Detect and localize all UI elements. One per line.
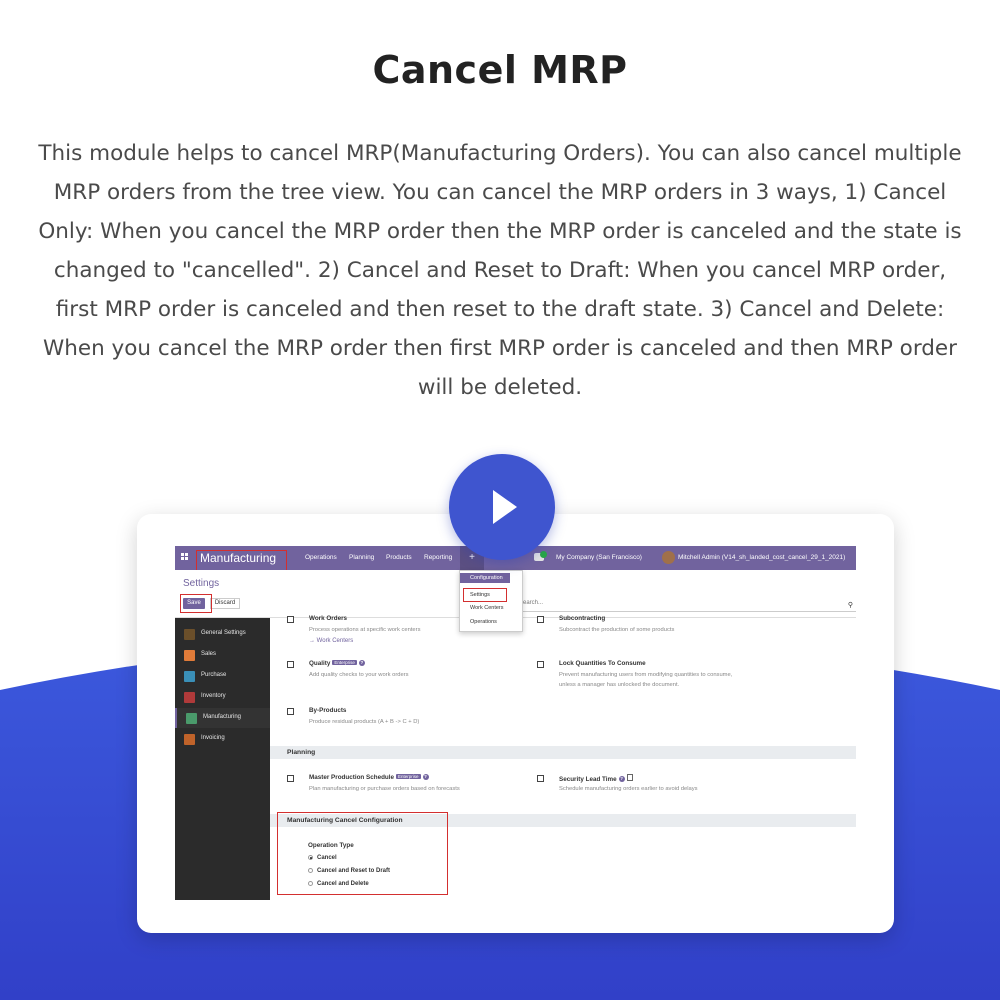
- help-icon[interactable]: ?: [618, 776, 625, 782]
- sidebar-item-inventory[interactable]: Inventory: [175, 687, 270, 707]
- sidebar-item-label: General Settings: [201, 630, 246, 636]
- odoo-screenshot: Manufacturing Operations Planning Produc…: [175, 546, 856, 900]
- menu-reporting[interactable]: Reporting: [424, 554, 452, 561]
- checkbox-mps[interactable]: [287, 775, 294, 782]
- highlight-settings: [463, 588, 507, 602]
- setting-desc: Process operations at specific work cent…: [309, 627, 421, 633]
- menu-planning[interactable]: Planning: [349, 554, 374, 561]
- highlight-save: [180, 594, 212, 613]
- setting-desc: Plan manufacturing or purchase orders ba…: [309, 786, 460, 792]
- dropdown-header-configuration[interactable]: Configuration: [460, 573, 510, 583]
- sidebar-item-label: Sales: [201, 651, 217, 657]
- settings-sidebar: General Settings Sales Purchase Inventor…: [175, 618, 270, 900]
- sidebar-item-invoicing[interactable]: Invoicing: [175, 729, 270, 749]
- avatar[interactable]: [662, 551, 675, 564]
- apps-menu-icon[interactable]: [181, 553, 189, 561]
- sidebar-item-label: Inventory: [201, 693, 226, 699]
- sales-icon: [184, 650, 195, 661]
- search-placeholder: earch...: [523, 600, 544, 606]
- sidebar-item-manufacturing[interactable]: Manufacturing: [175, 708, 270, 728]
- setting-title: By-Products: [309, 707, 347, 714]
- search-input[interactable]: earch... ⚲: [520, 600, 856, 612]
- link-label: Work Centers: [316, 638, 354, 644]
- setting-title: Security Lead Time?: [559, 774, 633, 783]
- menu-products[interactable]: Products: [386, 554, 412, 561]
- search-icon[interactable]: ⚲: [848, 601, 853, 609]
- page-title: Cancel MRP: [372, 48, 628, 92]
- setting-desc: Schedule manufacturing orders earlier to…: [559, 786, 698, 792]
- sidebar-item-label: Invoicing: [201, 735, 225, 741]
- dropdown-item-operations[interactable]: Operations: [470, 619, 497, 625]
- play-icon: [493, 490, 517, 524]
- setting-desc: unless a manager has unlocked the docume…: [559, 682, 680, 688]
- setting-title: Lock Quantities To Consume: [559, 660, 646, 667]
- highlight-cancel-config: [277, 812, 448, 895]
- section-title: Planning: [287, 749, 316, 756]
- checkbox-lock-quantities[interactable]: [537, 661, 544, 668]
- discard-button[interactable]: Discard: [210, 598, 240, 609]
- invoicing-icon: [184, 734, 195, 745]
- setting-title: Master Production Schedule Enterprise?: [309, 774, 429, 781]
- setting-desc: Produce residual products (A + B -> C + …: [309, 719, 420, 725]
- help-icon[interactable]: ?: [358, 660, 365, 666]
- checkbox-quality[interactable]: [287, 661, 294, 668]
- calendar-icon: [626, 774, 633, 781]
- setting-desc: Add quality checks to your work orders: [309, 672, 409, 678]
- sidebar-item-label: Manufacturing: [203, 714, 242, 720]
- company-switcher[interactable]: My Company (San Francisco): [556, 554, 642, 561]
- inventory-icon: [184, 692, 195, 703]
- help-icon[interactable]: ?: [422, 774, 429, 780]
- sidebar-item-general-settings[interactable]: General Settings: [175, 624, 270, 644]
- section-planning: Planning: [270, 746, 856, 759]
- setting-title: Work Orders: [309, 615, 348, 622]
- manufacturing-icon: [186, 713, 197, 724]
- purchase-icon: [184, 671, 195, 682]
- setting-title-text: Master Production Schedule: [309, 774, 395, 781]
- notification-badge: [540, 551, 547, 558]
- dropdown-item-work-centers[interactable]: Work Centers: [470, 605, 504, 611]
- module-description: This module helps to cancel MRP(Manufact…: [38, 141, 962, 400]
- user-menu[interactable]: Mitchell Admin (V14_sh_landed_cost_cance…: [678, 554, 845, 561]
- checkbox-subcontracting[interactable]: [537, 616, 544, 623]
- work-centers-link[interactable]: → Work Centers: [309, 638, 353, 644]
- enterprise-badge: Enterprise: [332, 660, 357, 665]
- setting-desc: Subcontract the production of some produ…: [559, 627, 675, 633]
- checkbox-security-lead-time[interactable]: [537, 775, 544, 782]
- enterprise-badge: Enterprise: [396, 774, 421, 779]
- breadcrumb: Settings: [183, 578, 220, 589]
- sidebar-item-sales[interactable]: Sales: [175, 645, 270, 665]
- setting-title: Subcontracting: [559, 615, 606, 622]
- checkbox-by-products[interactable]: [287, 708, 294, 715]
- sidebar-item-label: Purchase: [201, 672, 227, 678]
- setting-title-text: Quality: [309, 660, 331, 667]
- menu-operations[interactable]: Operations: [305, 554, 337, 561]
- play-video-button[interactable]: [449, 454, 555, 560]
- setting-desc: Prevent manufacturing users from modifyi…: [559, 672, 733, 678]
- highlight-app-name: [196, 550, 287, 572]
- setting-title-text: Security Lead Time: [559, 776, 617, 783]
- gear-icon: [184, 629, 195, 640]
- sidebar-item-purchase[interactable]: Purchase: [175, 666, 270, 686]
- setting-title: Quality Enterprise?: [309, 660, 365, 667]
- checkbox-work-orders[interactable]: [287, 616, 294, 623]
